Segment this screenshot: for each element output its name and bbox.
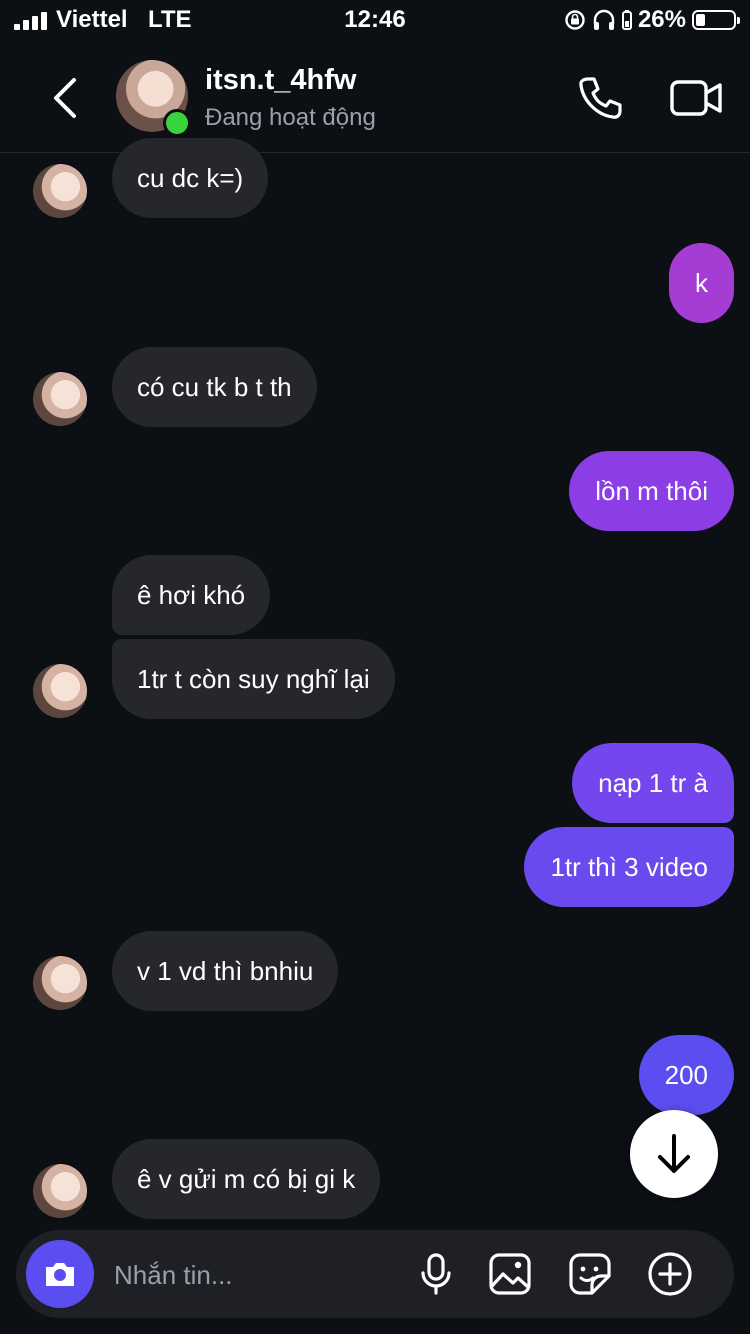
incoming-message[interactable]: ê v gửi m có bị gi k <box>112 1139 381 1219</box>
sender-avatar[interactable] <box>33 956 87 1010</box>
battery-saver-icon <box>621 10 632 30</box>
chevron-left-icon <box>54 78 76 118</box>
incoming-message[interactable]: ê hơi khó <box>112 555 271 635</box>
battery-percent: 26% <box>637 6 686 33</box>
sticker-button[interactable] <box>566 1250 614 1298</box>
more-options-button[interactable] <box>646 1250 694 1298</box>
back-button[interactable] <box>40 70 90 126</box>
plus-circle-icon <box>648 1252 692 1296</box>
incoming-message[interactable]: có cu tk b t th <box>112 347 317 427</box>
microphone-icon <box>421 1253 451 1295</box>
battery-icon <box>692 10 740 30</box>
voice-message-button[interactable] <box>412 1250 460 1298</box>
sticker-icon <box>569 1253 611 1295</box>
outgoing-message[interactable]: nạp 1 tr à <box>572 743 734 823</box>
contact-active-status: Đang hoạt động <box>205 104 376 131</box>
status-bar: Viettel LTE 12:46 26% <box>0 0 750 42</box>
incoming-message[interactable]: cu dc k=) <box>112 138 269 218</box>
rotation-lock-icon <box>565 10 585 30</box>
gallery-icon <box>489 1253 531 1295</box>
incoming-message[interactable]: v 1 vd thì bnhiu <box>112 931 339 1011</box>
scroll-to-bottom-button[interactable] <box>630 1110 718 1198</box>
incoming-message[interactable]: 1tr t còn suy nghĩ lại <box>112 639 395 719</box>
camera-button[interactable] <box>26 1240 94 1308</box>
outgoing-message[interactable]: lồn m thôi <box>569 451 734 531</box>
phone-icon <box>579 77 622 119</box>
outgoing-message[interactable]: 200 <box>638 1035 734 1115</box>
sender-avatar[interactable] <box>33 164 87 218</box>
camera-icon <box>46 1263 74 1286</box>
outgoing-message[interactable]: 1tr thì 3 video <box>524 827 734 907</box>
chat-header: itsn.t_4hfw Đang hoạt động <box>0 42 750 153</box>
video-camera-icon <box>670 80 722 116</box>
outgoing-message[interactable]: k <box>669 243 734 323</box>
message-input[interactable] <box>112 1230 406 1320</box>
message-composer <box>16 1230 734 1320</box>
online-indicator <box>163 109 191 137</box>
arrow-down-icon <box>658 1134 690 1173</box>
gallery-button[interactable] <box>486 1250 534 1298</box>
voice-call-button[interactable] <box>572 70 628 126</box>
video-call-button[interactable] <box>666 70 726 126</box>
contact-name[interactable]: itsn.t_4hfw <box>205 64 356 97</box>
sender-avatar[interactable] <box>33 664 87 718</box>
headphones-icon <box>593 9 615 30</box>
sender-avatar[interactable] <box>33 1164 87 1218</box>
sender-avatar[interactable] <box>33 372 87 426</box>
